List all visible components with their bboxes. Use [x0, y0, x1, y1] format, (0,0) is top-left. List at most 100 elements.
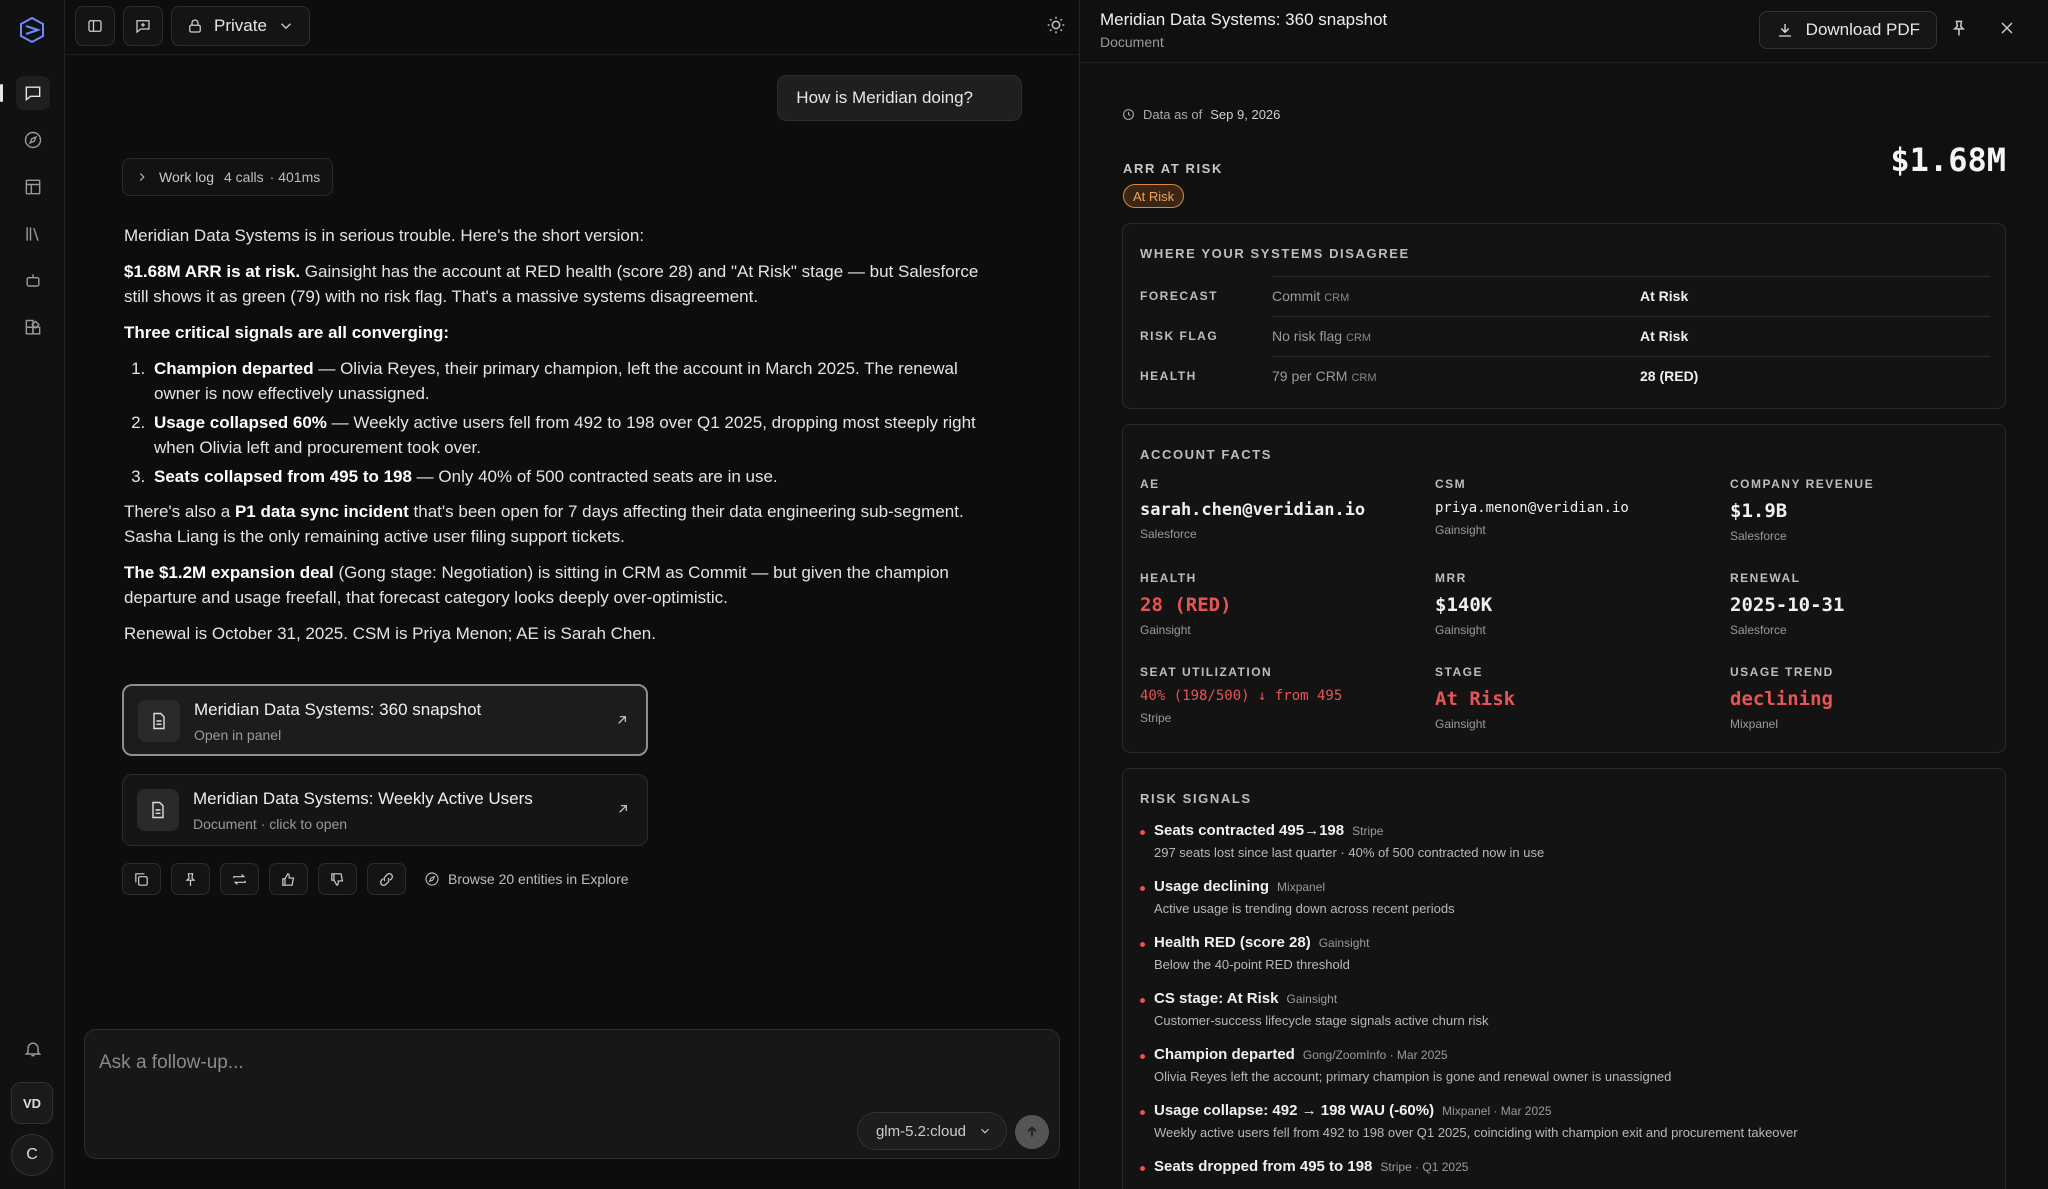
signal-desc: Weekly active users fell from 492 to 198… [1154, 1125, 1798, 1140]
fact-value: 28 (RED) [1140, 594, 1232, 616]
account-avatar[interactable]: C [11, 1134, 53, 1176]
as-of-label: Data as of [1143, 107, 1203, 122]
privacy-dropdown[interactable]: Private [171, 6, 310, 46]
panel-header: Meridian Data Systems: 360 snapshot Docu… [1080, 0, 2048, 63]
thumbs-down-button[interactable] [318, 863, 357, 895]
fact-key: STAGE [1435, 665, 1483, 679]
incident-bold: P1 data sync incident [234, 502, 409, 521]
card-subtitle: Document · click to open [193, 816, 348, 832]
fact-value: $140K [1435, 594, 1493, 616]
pin-icon [1953, 20, 1965, 36]
signal-title: Health RED (score 28) Gainsight [1154, 934, 1369, 951]
answer-renewal: Renewal is October 31, 2025. CSM is Priy… [124, 624, 656, 643]
new-chat-icon [136, 20, 150, 34]
download-pdf-button[interactable]: Download PDF [1758, 11, 1937, 49]
send-button[interactable] [1015, 1115, 1049, 1149]
copy-button[interactable] [122, 863, 161, 895]
model-selector[interactable]: glm-5.2:cloud [856, 1112, 1007, 1150]
truth-value: At Risk [1640, 276, 1990, 316]
answer-arr-bold: $1.68M ARR is at risk. [124, 262, 301, 281]
list-item-text: — Only 40% of 500 contracted seats are i… [411, 467, 778, 486]
chevron-down-icon [280, 23, 291, 30]
user-message: How is Meridian doing? [777, 75, 1022, 121]
compass-icon[interactable] [16, 123, 50, 157]
document-icon [137, 789, 179, 831]
integrations-icon[interactable] [16, 311, 50, 345]
thumbs-up-button[interactable] [269, 863, 308, 895]
app-root: VD C Private How is Meridian doing? Work… [0, 0, 2048, 1189]
status-badge: At Risk [1123, 184, 1185, 208]
table-row: FORECAST Commit CRM At Risk [1140, 276, 1990, 316]
fact-key: HEALTH [1140, 571, 1197, 585]
library-icon[interactable] [16, 217, 50, 251]
fact-ae: AE sarah.chen@veridian.io Salesforce [1140, 477, 1420, 541]
share-link-button[interactable] [367, 863, 406, 895]
bullet-dot [1140, 1054, 1145, 1059]
truth-value-text: At Risk [1640, 288, 1689, 304]
list-item-bold: Seats collapsed from 495 to 198 [154, 467, 412, 486]
chat-icon[interactable] [0, 76, 50, 110]
explore-label: Browse 20 entities in Explore [448, 871, 629, 887]
bot-icon[interactable] [16, 264, 50, 298]
card-title: Meridian Data Systems: 360 snapshot [194, 700, 482, 719]
fact-value: 2025-10-31 [1730, 594, 1845, 616]
crm-value: Commit CRM [1272, 276, 1640, 316]
compass-icon [425, 872, 439, 886]
fact-source: Salesforce [1730, 623, 1787, 637]
answer-arr: $1.68M ARR is at risk. Gainsight has the… [124, 259, 1004, 309]
arr-at-risk-value: $1.68M [1890, 141, 2006, 179]
work-log-toggle[interactable]: Work log 4 calls · 401ms [122, 158, 334, 196]
arrow-up-right-icon [614, 712, 630, 728]
signal-title-text: Usage declining [1154, 878, 1270, 895]
account-facts-section: ACCOUNT FACTS AE sarah.chen@veridian.io … [1122, 424, 2006, 753]
bell-icon[interactable] [16, 1032, 50, 1066]
fact-key: AE [1140, 477, 1160, 491]
user-avatar[interactable]: VD [11, 1082, 53, 1124]
fact-value: At Risk [1435, 688, 1516, 710]
fact-mrr: MRR $140K Gainsight [1435, 571, 1715, 637]
app-logo-icon[interactable] [18, 16, 46, 44]
risk-signals-section: RISK SIGNALS Seats contracted 495→198 Str… [1122, 768, 2006, 1189]
fact-value: 40% (198/500) ↓ from 495 [1140, 688, 1343, 704]
sun-icon [1047, 16, 1065, 34]
close-panel-button[interactable] [1997, 18, 2019, 40]
copy-icon [135, 872, 148, 886]
signal-title: CS stage: At Risk Gainsight [1154, 990, 1337, 1007]
answer-intro: Meridian Data Systems is in serious trou… [124, 226, 645, 245]
bullet-dot [1140, 830, 1145, 835]
browse-explore-link[interactable]: Browse 20 entities in Explore [424, 871, 629, 887]
signal-title-text: Usage collapse: 492 → 198 WAU (-60%) [1154, 1102, 1435, 1119]
crm-source: CRM [1346, 332, 1372, 344]
signal-desc: Below the 40-point RED threshold [1154, 957, 1350, 972]
bullet-dot [1140, 1110, 1145, 1115]
signal-desc: Customer-success lifecycle stage signals… [1154, 1013, 1489, 1028]
signal-desc: 297 seats lost since last quarter · 40% … [1154, 845, 1545, 860]
incident-text-a: There's also a [124, 502, 235, 521]
fact-key: RENEWAL [1730, 571, 1801, 585]
layout-icon[interactable] [16, 170, 50, 204]
table-row: HEALTH 79 per CRM CRM 28 (RED) [1140, 356, 1990, 396]
message-actions: Browse 20 entities in Explore [122, 863, 629, 895]
list-item: Usage collapsed 60% — Weekly active user… [150, 410, 1004, 460]
bullet-dot [1140, 942, 1145, 947]
new-chat-button[interactable] [123, 6, 163, 46]
signal-title: Usage collapse: 492 → 198 WAU (-60%) Mixp… [1154, 1102, 1552, 1119]
theme-toggle-button[interactable] [1045, 14, 1067, 36]
pin-button[interactable] [171, 863, 210, 895]
assistant-answer: Meridian Data Systems is in serious trou… [124, 223, 1004, 657]
snapshot-doc-card[interactable]: Meridian Data Systems: 360 snapshot Open… [122, 684, 648, 756]
expansion-bold: The $1.2M expansion deal [124, 563, 334, 582]
signal-title-text: CS stage: At Risk [1154, 990, 1279, 1007]
list-item-bold: Champion departed [154, 359, 314, 378]
section-heading: WHERE YOUR SYSTEMS DISAGREE [1140, 246, 1410, 261]
row-key: RISK FLAG [1140, 329, 1219, 343]
card-subtitle: Open in panel [194, 727, 282, 743]
retry-button[interactable] [220, 863, 259, 895]
truth-value-text: At Risk [1640, 328, 1689, 344]
toggle-sidebar-button[interactable] [75, 6, 115, 46]
signal-source: Mixpanel [1277, 880, 1326, 894]
follow-up-input[interactable] [99, 1048, 999, 1078]
wau-doc-card[interactable]: Meridian Data Systems: Weekly Active Use… [122, 774, 648, 846]
pin-panel-button[interactable] [1949, 18, 1971, 40]
card-title: Meridian Data Systems: Weekly Active Use… [193, 789, 533, 808]
